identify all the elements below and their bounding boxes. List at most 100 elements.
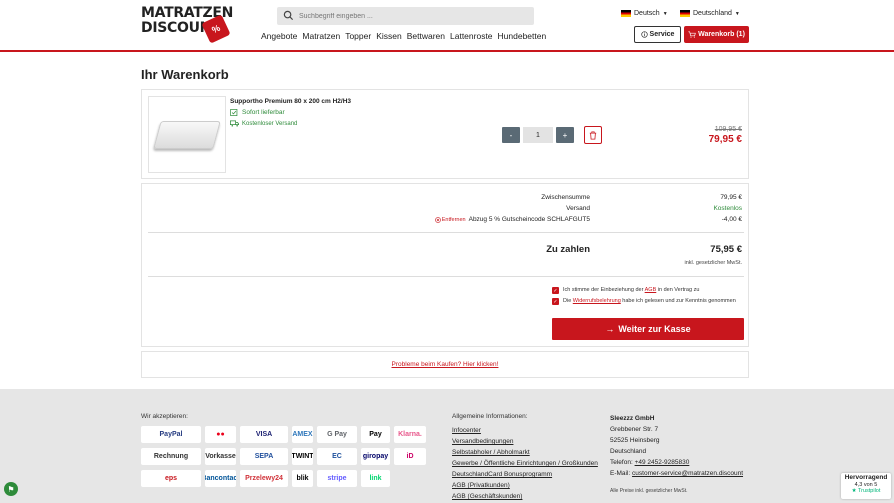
quantity-stepper: - 1 + [502, 127, 574, 143]
payment-badge: Bancontact [205, 470, 236, 487]
availability-label: Sofort lieferbar [242, 109, 285, 116]
service-label: Service [649, 31, 675, 38]
subtotal-value: 79,95 € [720, 194, 742, 201]
price-note: Alle Preise inkl. gesetzlicher MwSt. [610, 488, 688, 494]
cart-icon [688, 31, 696, 38]
payment-badge: Przelewy24 [240, 470, 288, 487]
nav-item-lattenroste[interactable]: Lattenroste [450, 31, 493, 41]
agb-link[interactable]: AGB [645, 287, 657, 293]
payment-methods: PayPal ●● VISA AMEX G Pay Pay Klarna. Rechnung V… [141, 426, 426, 487]
german-flag-icon [621, 10, 631, 17]
decrease-quantity-button[interactable]: - [502, 127, 520, 143]
shipping-label: Kostenloser Versand [242, 120, 298, 127]
phone-label: Telefon: [610, 459, 635, 466]
nav-item-kissen[interactable]: Kissen [376, 31, 402, 41]
email-link[interactable]: customer-service@matratzen.discount [632, 470, 743, 477]
nav-item-topper[interactable]: Topper [345, 31, 371, 41]
remove-coupon-label: Entfernen [441, 216, 466, 223]
footer-link-infocenter[interactable]: Infocenter [452, 426, 598, 435]
discount-label: Abzug 5 % Gutscheincode SCHLAFGUT5 [468, 216, 590, 223]
cart-button[interactable]: Warenkorb (1) [684, 26, 749, 43]
tax-note: inkl. gesetzlicher MwSt. [684, 260, 742, 266]
remove-item-button[interactable] [584, 126, 602, 144]
current-price: 79,95 € [708, 134, 742, 145]
caret-down-icon: ▼ [734, 10, 740, 17]
header: MATRATZEN DISCOUNT % Angebote Matratzen … [0, 0, 894, 52]
payment-badge: stripe [317, 470, 357, 487]
discount-row: Entfernen Abzug 5 % Gutscheincode SCHLAF… [434, 216, 590, 223]
payment-badge: TWINT [292, 448, 313, 465]
checkout-button[interactable]: → Weiter zur Kasse [552, 318, 744, 340]
terms-checkbox[interactable]: ✓ [552, 287, 559, 294]
terms-text-pre: Ich stimme der Einbeziehung der [563, 287, 645, 293]
footer-link-gewerbe[interactable]: Gewerbe / Öffentliche Einrichtungen / Gr… [452, 459, 598, 468]
payment-badge: G Pay [317, 426, 357, 443]
withdrawal-checkbox-row: ✓ Die Widerrufsbelehrung habe ich gelese… [552, 297, 742, 305]
language-selector[interactable]: Deutsch ▼ [621, 10, 668, 17]
payment-badge: ●● [205, 426, 236, 443]
search-bar[interactable] [277, 7, 534, 25]
nav-item-bettwaren[interactable]: Bettwaren [407, 31, 445, 41]
company-country: Deutschland [610, 448, 647, 455]
remove-coupon-link[interactable]: Entfernen [434, 216, 466, 223]
withdraw-text-post: habe ich gelesen und zur Kenntnis genomm… [620, 298, 736, 304]
check-box-icon [230, 109, 238, 116]
withdrawal-checkbox[interactable]: ✓ [552, 298, 559, 305]
help-panel: Probleme beim Kaufen? Hier klicken! [141, 351, 749, 378]
withdrawal-link[interactable]: Widerrufsbelehrung [573, 298, 621, 304]
increase-quantity-button[interactable]: + [556, 127, 574, 143]
summary-divider [148, 232, 744, 233]
payment-badge: eps [141, 470, 201, 487]
search-input[interactable] [299, 7, 529, 25]
footer [0, 389, 894, 503]
phone-link[interactable]: +49 2452-9285830 [635, 459, 690, 466]
withdrawal-text: Die Widerrufsbelehrung habe ich gelesen … [563, 297, 736, 305]
purchase-help-link[interactable]: Probleme beim Kaufen? Hier klicken! [142, 361, 748, 368]
footer-link-versand[interactable]: Versandbedingungen [452, 437, 598, 446]
truck-icon [230, 120, 239, 127]
service-button[interactable]: Service [634, 26, 681, 43]
shipping-cost-label: Versand [566, 205, 590, 212]
total-value: 75,95 € [710, 244, 742, 255]
footer-link-agb-geschaeft[interactable]: AGB (Geschäftskunden) [452, 492, 598, 501]
country-selector[interactable]: Deutschland ▼ [680, 10, 740, 17]
order-summary: Zwischensumme 79,95 € Versand Kostenlos … [141, 183, 749, 347]
terms-checkbox-row: ✓ Ich stimme der Einbeziehung der AGB in… [552, 286, 742, 294]
quantity-value[interactable]: 1 [523, 127, 553, 143]
trustpilot-widget[interactable]: Hervorragend 4,3 von 5 ★ Trustpilot [841, 473, 891, 499]
product-image[interactable] [148, 96, 226, 173]
footer-link-deutschlandcard[interactable]: DeutschlandCard Bonusprogramm [452, 470, 598, 479]
german-flag-icon [680, 10, 690, 17]
payment-badge: PayPal [141, 426, 201, 443]
payment-badge: link [361, 470, 390, 487]
mattress-image [153, 120, 221, 149]
discount-value: -4,00 € [721, 216, 742, 223]
checkout-label: Weiter zur Kasse [618, 324, 691, 334]
summary-divider [148, 276, 744, 277]
cart-label: Warenkorb (1) [698, 31, 745, 38]
country-label: Deutschland [693, 10, 732, 17]
terms-text: Ich stimme der Einbeziehung der AGB in d… [563, 286, 699, 294]
shield-icon[interactable]: ⚑ [4, 482, 18, 496]
payment-badge: Vorkasse [205, 448, 236, 465]
nav-item-hundebetten[interactable]: Hundebetten [498, 31, 547, 41]
company-street: Grebbener Str. 7 [610, 426, 659, 433]
email-label: E-Mail: [610, 470, 633, 477]
payment-badge: EC [317, 448, 357, 465]
product-name[interactable]: Supportho Premium 80 x 200 cm H2/H3 [230, 98, 351, 105]
nav-item-angebote[interactable]: Angebote [261, 31, 297, 41]
shipping-cost-value: Kostenlos [713, 205, 742, 212]
nav-item-matratzen[interactable]: Matratzen [302, 31, 340, 41]
old-price: 109,95 € [714, 126, 742, 133]
trustpilot-brand: ★ Trustpilot [851, 488, 881, 494]
footer-link-abholmarkt[interactable]: Selbstabholer / Abholmarkt [452, 448, 598, 457]
payment-badge: Rechnung [141, 448, 201, 465]
arrow-right-icon: → [605, 324, 615, 334]
close-circle-icon [434, 216, 441, 223]
trustpilot-rating-label: Hervorragend [844, 474, 888, 481]
brand-logo[interactable]: MATRATZEN DISCOUNT % [141, 6, 233, 46]
footer-link-agb-privat[interactable]: AGB (Privatkunden) [452, 481, 598, 490]
withdraw-text-pre: Die [563, 298, 573, 304]
trash-icon [589, 131, 597, 139]
payment-badge: Klarna. [394, 426, 426, 443]
